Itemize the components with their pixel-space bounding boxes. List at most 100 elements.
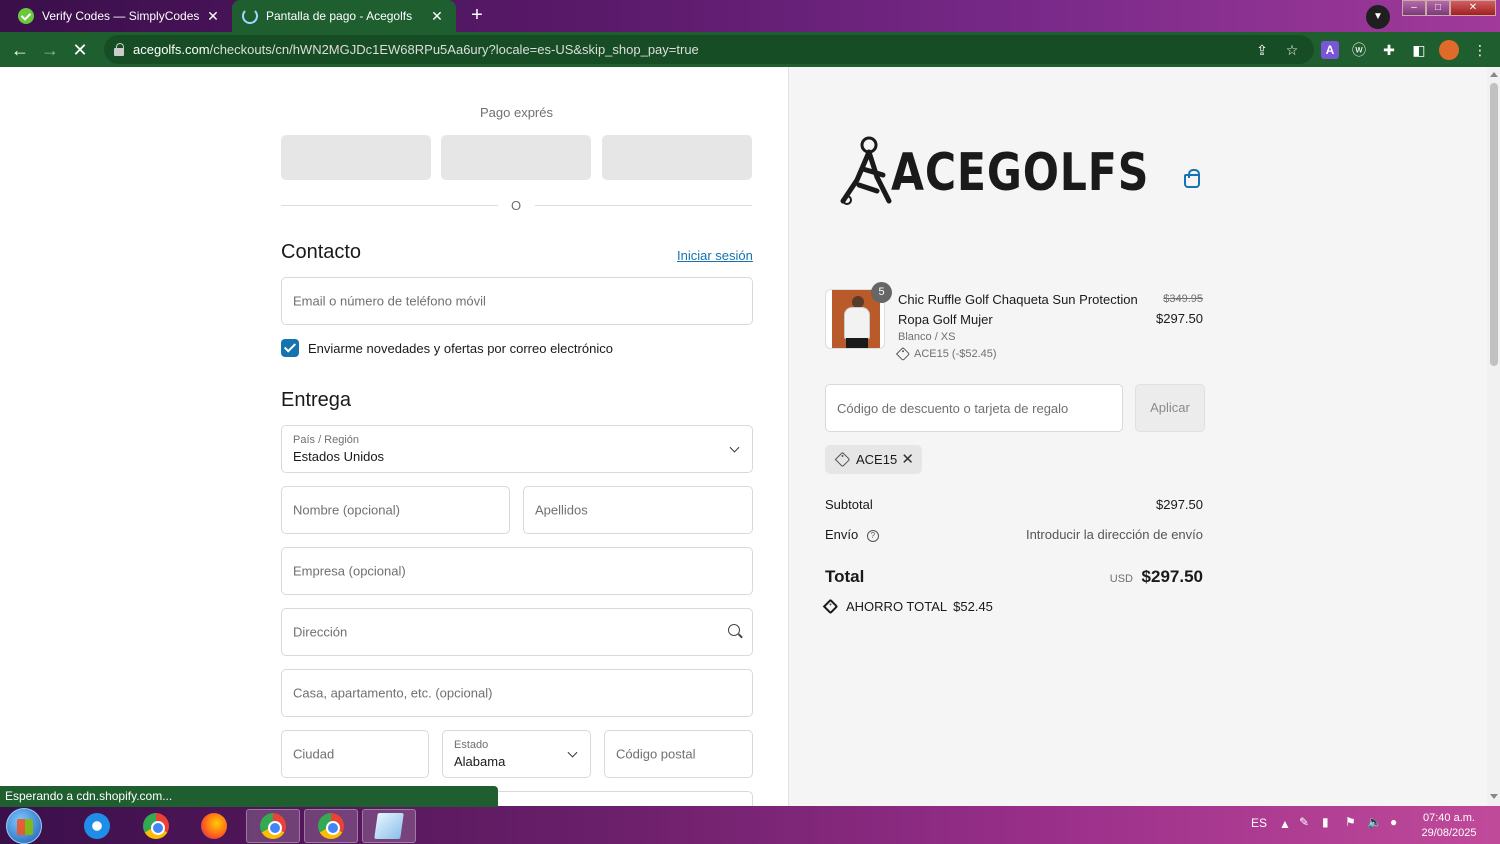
address-placeholder: Dirección (293, 624, 348, 640)
zip-placeholder: Código postal (616, 746, 696, 762)
remove-code-icon[interactable]: ✕ (901, 450, 914, 468)
express-pay-button-3[interactable] (602, 135, 752, 180)
last-name-field[interactable]: Apellidos (523, 486, 753, 534)
applied-code: ACE15 (856, 452, 898, 467)
country-select[interactable]: País / Región Estados Unidos (281, 425, 753, 473)
checkout-form-column: Pago exprés O Contacto Iniciar sesión Em… (0, 67, 788, 806)
clock-date: 29/08/2025 (1421, 827, 1477, 839)
taskbar-chrome-window-1[interactable] (246, 809, 300, 843)
back-button[interactable]: ← (9, 39, 31, 61)
quantity-badge: 5 (871, 282, 892, 303)
menu-kebab-icon[interactable]: ⋮ (1471, 41, 1489, 59)
maximize-button[interactable]: □ (1426, 0, 1450, 16)
product-name: Chic Ruffle Golf Chaqueta Sun Protection… (898, 292, 1138, 327)
express-pay-button-2[interactable] (441, 135, 591, 180)
savings-label: AHORRO TOTAL (846, 599, 948, 614)
express-pay-button-1[interactable] (281, 135, 431, 180)
total-savings: AHORRO TOTAL $52.45 (822, 598, 993, 615)
start-button[interactable] (6, 808, 42, 844)
company-field[interactable]: Empresa (opcional) (281, 547, 753, 595)
apply-button[interactable]: Aplicar (1135, 384, 1205, 432)
minimize-button[interactable]: – (1402, 0, 1426, 16)
forward-button[interactable]: → (39, 39, 61, 61)
cart-bag-icon[interactable] (1184, 169, 1200, 188)
state-label: Estado (454, 739, 489, 751)
address-bar[interactable]: acegolfs.com /checkouts/cn/hWN2MGJDc1EW6… (104, 35, 1314, 64)
lock-icon (114, 42, 124, 56)
first-name-field[interactable]: Nombre (opcional) (281, 486, 510, 534)
page-scrollbar[interactable] (1487, 67, 1500, 806)
language-indicator[interactable]: ES (1251, 816, 1267, 844)
show-hidden-icons-icon[interactable]: ▲ (1279, 817, 1291, 844)
scroll-thumb[interactable] (1490, 83, 1498, 366)
share-icon[interactable]: ⇪ (1253, 41, 1271, 59)
brand-logo: ACEGOLFS (837, 135, 1148, 207)
taskbar-firefox[interactable] (187, 809, 241, 843)
subtotal-value: $297.50 (1156, 497, 1203, 512)
taskbar-chrome-window-2[interactable] (304, 809, 358, 843)
login-link[interactable]: Iniciar sesión (677, 248, 753, 263)
url-host: acegolfs.com (133, 42, 210, 57)
taskbar-chrome[interactable] (129, 809, 183, 843)
subtotal-label: Subtotal (825, 497, 873, 512)
discounted-price: $297.50 (1156, 311, 1203, 326)
action-center-flag-icon[interactable]: ⚑ (1345, 815, 1356, 844)
close-icon[interactable]: ✕ (204, 8, 222, 25)
country-label: País / Región (293, 434, 360, 446)
newsletter-checkbox[interactable] (281, 339, 299, 357)
extensions-puzzle-icon[interactable]: ✚ (1380, 41, 1398, 59)
help-icon[interactable]: ? (866, 529, 879, 542)
bookmark-star-icon[interactable]: ☆ (1283, 41, 1301, 59)
address-field[interactable]: Dirección (281, 608, 753, 656)
notepad-icon (374, 813, 404, 839)
scroll-down-arrow-icon[interactable] (1490, 794, 1498, 799)
system-clock[interactable]: 07:40 a.m. 29/08/2025 (1412, 811, 1486, 841)
extension-a-icon[interactable]: A (1321, 41, 1339, 59)
state-select[interactable]: Estado Alabama (442, 730, 591, 778)
tab-checkout[interactable]: Pantalla de pago - Acegolfs ✕ (232, 0, 456, 32)
product-discount-text: ACE15 (-$52.45) (914, 348, 997, 360)
chrome-icon (318, 813, 344, 839)
status-bubble: Esperando a cdn.shopify.com... (0, 786, 498, 807)
delivery-heading: Entrega (281, 389, 352, 411)
update-status-icon[interactable]: ● (1390, 815, 1397, 844)
zip-field[interactable]: Código postal (604, 730, 753, 778)
scroll-up-arrow-icon[interactable] (1490, 72, 1498, 77)
pen-icon[interactable]: ✎ (1299, 815, 1309, 844)
total-label: Total (825, 567, 865, 586)
taskbar-notepad[interactable] (362, 809, 416, 843)
discount-code-input[interactable]: Código de descuento o tarjeta de regalo (825, 384, 1123, 432)
city-placeholder: Ciudad (293, 746, 335, 762)
shipping-row: Envío ? (825, 527, 879, 542)
url-path: /checkouts/cn/hWN2MGJDc1EW68RPu5Aa6ury?l… (209, 42, 699, 57)
profile-avatar[interactable] (1439, 40, 1459, 60)
city-field[interactable]: Ciudad (281, 730, 429, 778)
chrome-icon (143, 813, 169, 839)
volume-icon[interactable]: 🔈 (1367, 815, 1382, 844)
new-tab-button[interactable]: + (466, 5, 488, 27)
side-panel-icon[interactable]: ◧ (1410, 41, 1428, 59)
chevron-down-icon (567, 747, 578, 758)
last-name-placeholder: Apellidos (535, 502, 588, 518)
tab-verify-codes[interactable]: Verify Codes — SimplyCodes ✕ (8, 0, 232, 32)
tag-icon (834, 451, 851, 468)
first-name-placeholder: Nombre (opcional) (293, 502, 400, 518)
original-price: $349.95 (1163, 293, 1203, 305)
shipping-label: Envío (825, 527, 859, 542)
tab-title: Verify Codes — SimplyCodes (42, 9, 200, 23)
close-window-button[interactable]: ✕ (1450, 0, 1496, 16)
discount-placeholder: Código de descuento o tarjeta de regalo (837, 401, 1069, 416)
apartment-field[interactable]: Casa, apartamento, etc. (opcional) (281, 669, 753, 717)
email-placeholder: Email o número de teléfono móvil (293, 293, 486, 309)
network-signal-icon[interactable]: ▮ (1322, 815, 1329, 844)
window-controls: – □ ✕ (1402, 0, 1496, 18)
extension-w-icon[interactable]: ⓦ (1350, 41, 1368, 59)
email-field[interactable]: Email o número de teléfono móvil (281, 277, 753, 325)
tab-search-button[interactable]: ▼ (1366, 5, 1390, 29)
total-value: $297.50 (1141, 567, 1203, 586)
taskbar-internet-explorer[interactable] (70, 809, 124, 843)
divider (281, 205, 498, 206)
browser-tab-bar: Verify Codes — SimplyCodes ✕ Pantalla de… (0, 0, 1500, 32)
close-icon[interactable]: ✕ (428, 8, 446, 25)
stop-loading-button[interactable]: ✕ (69, 39, 91, 61)
